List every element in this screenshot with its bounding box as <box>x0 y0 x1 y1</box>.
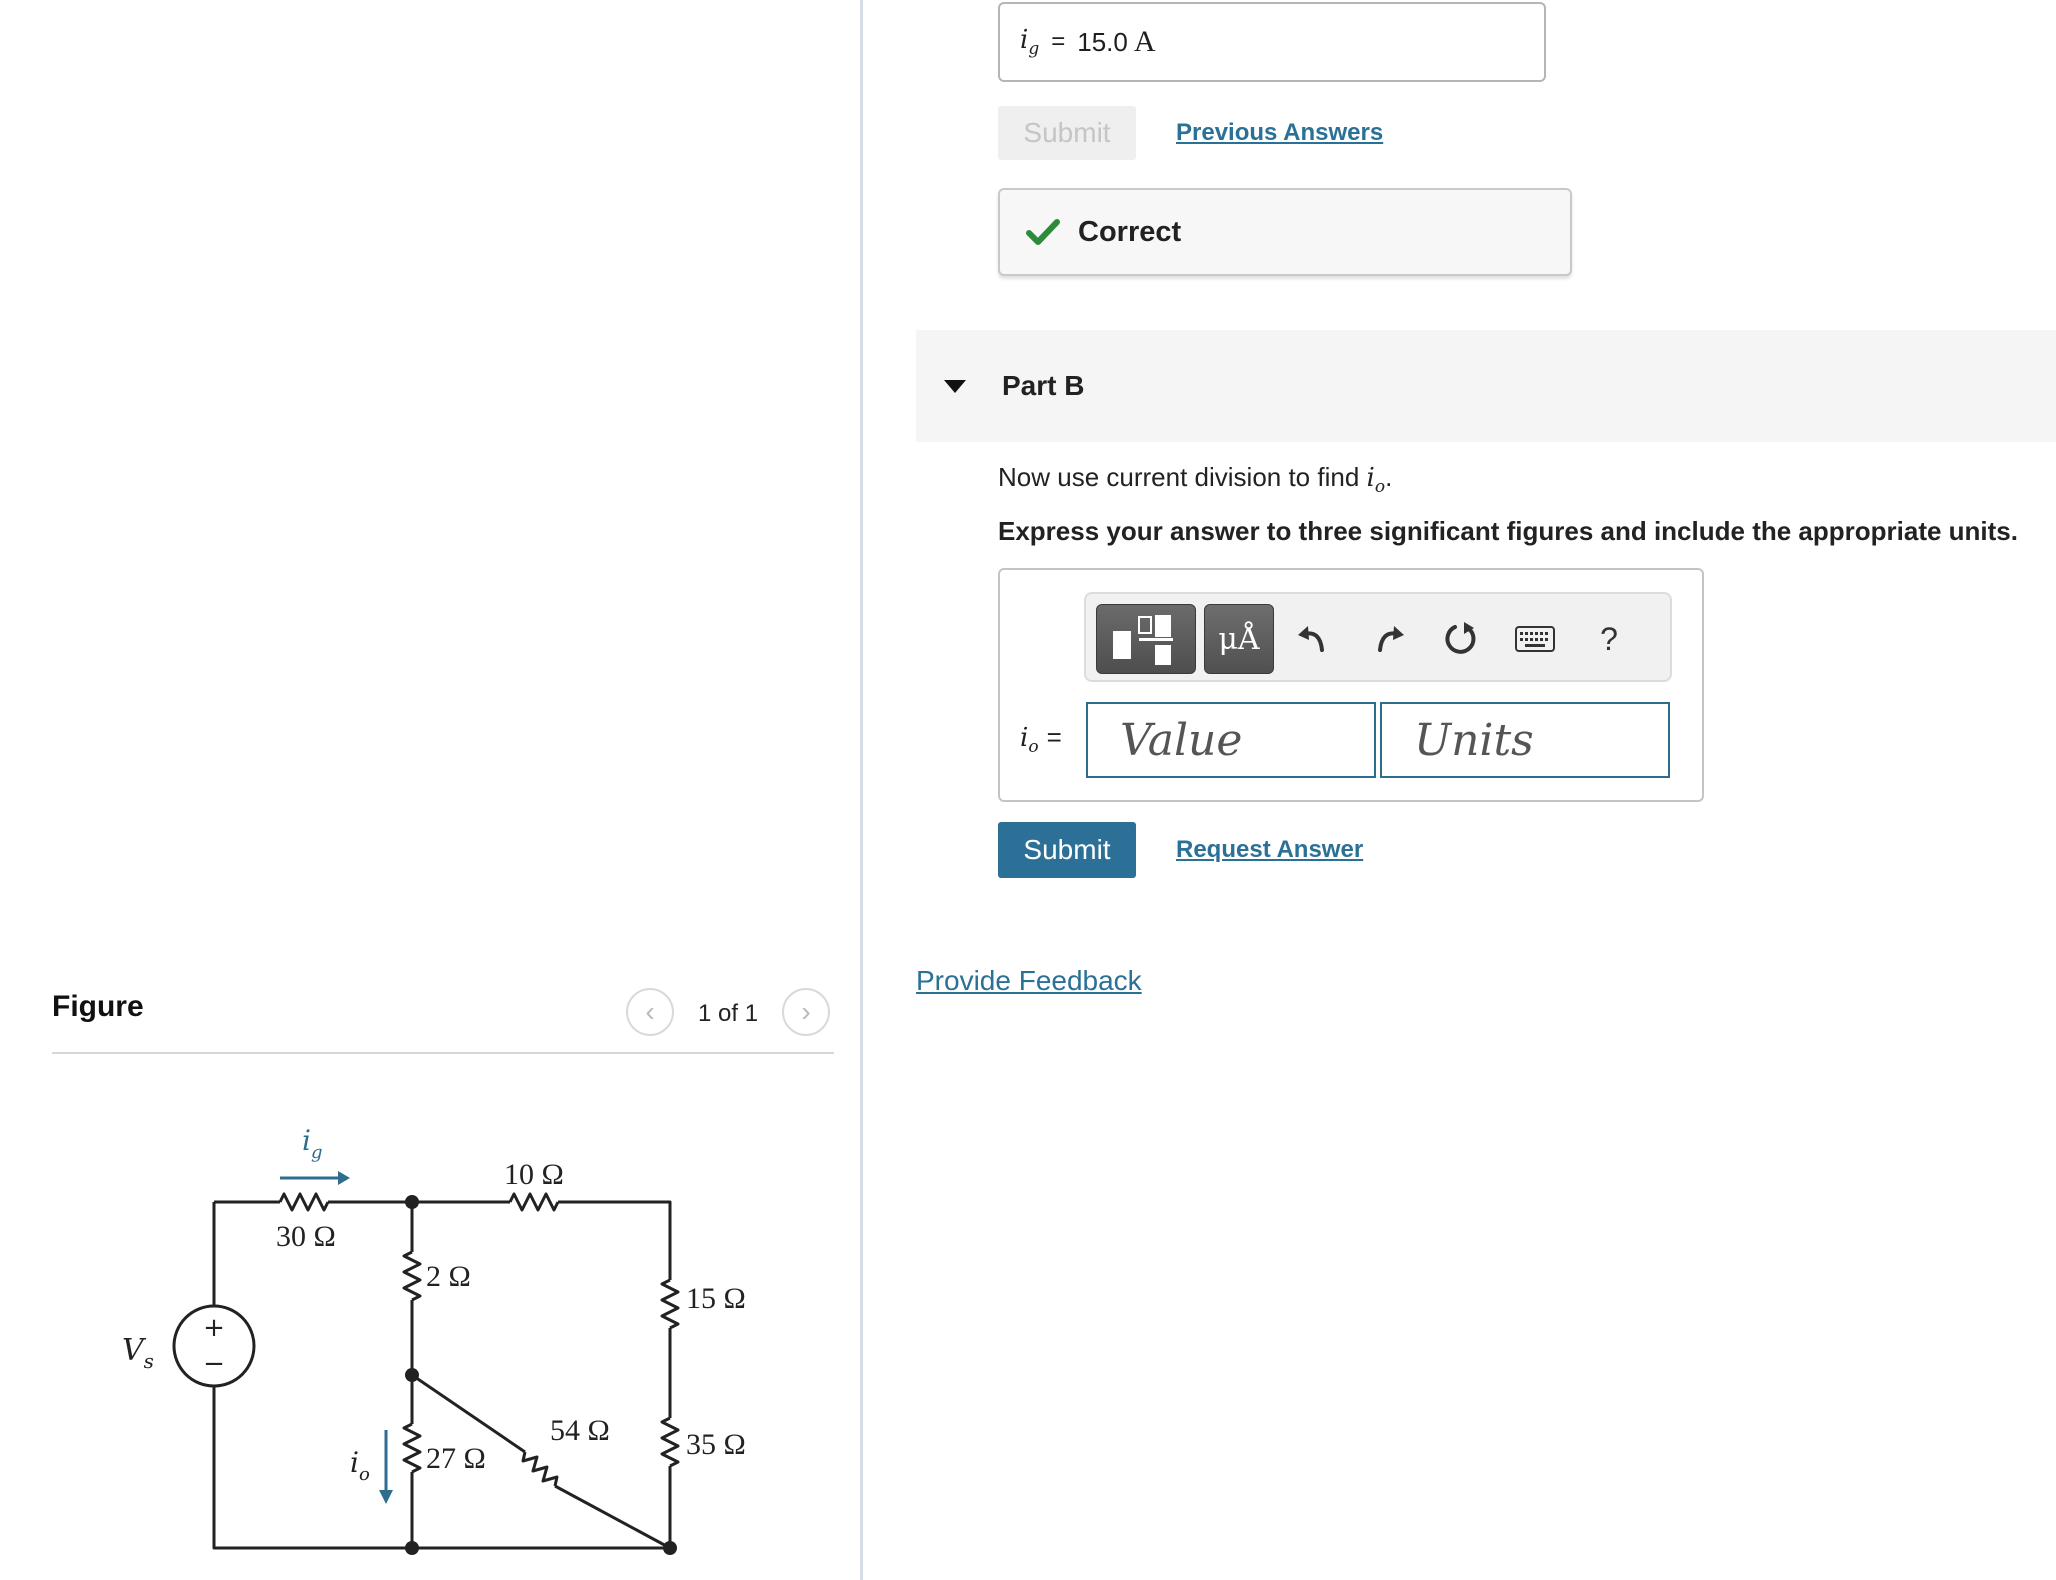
wire-diagonal-a <box>411 1373 526 1454</box>
label-r15: 15 Ω <box>686 1282 746 1315</box>
figure-title: Figure <box>52 990 144 1023</box>
panel-divider <box>860 0 863 1580</box>
resistor-2 <box>402 1250 422 1302</box>
wire-diagonal-b <box>554 1484 671 1550</box>
ig-label: ig <box>302 1124 323 1163</box>
io-label: io <box>350 1446 370 1485</box>
part-b-prompt: Now use current division to find io. <box>998 462 1393 498</box>
answer-variable-io: io = <box>1020 722 1062 758</box>
label-r54: 54 Ω <box>550 1414 610 1447</box>
help-button[interactable]: ? <box>1586 616 1632 662</box>
part-b-submit-button[interactable]: Submit <box>998 822 1136 878</box>
help-icon: ? <box>1600 620 1618 657</box>
label-r2: 2 Ω <box>426 1260 471 1293</box>
io-arrowhead <box>379 1490 393 1504</box>
part-b-header[interactable]: Part B <box>916 330 2056 442</box>
correct-feedback: Correct <box>998 188 1572 276</box>
node-bottom-right <box>663 1541 677 1555</box>
resistor-54 <box>521 1451 559 1487</box>
part-title: Part B <box>1002 370 1085 401</box>
answer-value: 15.0 <box>1077 26 1128 57</box>
chevron-left-icon: ‹ <box>645 996 655 1027</box>
source-plus: + <box>203 1313 225 1343</box>
label-r30: 30 Ω <box>276 1220 336 1253</box>
resistor-35 <box>660 1416 680 1468</box>
templates-icon <box>1113 615 1173 665</box>
source-minus: − <box>203 1349 225 1379</box>
figure-counter: 1 of 1 <box>698 1000 759 1027</box>
ig-arrowhead <box>338 1171 350 1185</box>
prompt-variable: io <box>1366 463 1386 498</box>
keyboard-button[interactable] <box>1512 616 1558 662</box>
units-button[interactable]: μÅ <box>1204 604 1274 674</box>
resistor-10 <box>508 1192 560 1212</box>
next-figure-button[interactable]: › <box>782 988 830 1036</box>
reset-icon <box>1445 622 1476 654</box>
part-a-submit-button[interactable]: Submit <box>998 106 1136 160</box>
answer-variable: ig <box>1020 24 1040 60</box>
circuit-diagram: + − ig 30 Ω 10 Ω 2 Ω 15 Ω 54 Ω 35 Ω 27 Ω… <box>122 1124 746 1555</box>
correct-text: Correct <box>1078 215 1182 248</box>
label-r35: 35 Ω <box>686 1428 746 1461</box>
figure-pager: ‹ 1 of 1 › <box>626 988 836 1040</box>
answer-input-panel: μÅ ? io = Value Units <box>998 568 1704 802</box>
resistor-30 <box>278 1192 330 1212</box>
node-bottom-mid <box>405 1541 419 1555</box>
equals-sign: = <box>1051 28 1066 55</box>
previous-answers-link[interactable]: Previous Answers <box>1176 119 1383 147</box>
answer-unit: A <box>1133 25 1156 58</box>
templates-button[interactable] <box>1096 604 1196 674</box>
prev-figure-button[interactable]: ‹ <box>626 988 674 1036</box>
node-top-mid <box>405 1195 419 1209</box>
node-mid <box>405 1368 419 1382</box>
reset-button[interactable] <box>1438 616 1484 662</box>
wire-top-right-b <box>558 1200 672 1280</box>
redo-button[interactable] <box>1366 616 1412 662</box>
checkmark-icon <box>1026 219 1060 245</box>
units-icon: μÅ <box>1218 621 1260 657</box>
part-a-answer-box: ig = 15.0 A <box>998 2 1546 82</box>
redo-icon <box>1378 626 1404 652</box>
keyboard-icon <box>1515 626 1555 652</box>
resistor-27 <box>402 1422 422 1474</box>
provide-feedback-link[interactable]: Provide Feedback <box>916 965 1142 997</box>
label-r27: 27 Ω <box>426 1442 486 1475</box>
caret-down-icon <box>944 379 966 393</box>
part-b-instructions: Express your answer to three significant… <box>998 516 2018 546</box>
undo-button[interactable] <box>1290 616 1336 662</box>
label-r10: 10 Ω <box>504 1158 564 1191</box>
undo-icon <box>1298 626 1324 652</box>
units-input[interactable]: Units <box>1380 702 1670 778</box>
math-toolbar: μÅ ? <box>1084 592 1672 682</box>
value-input[interactable]: Value <box>1086 702 1376 778</box>
request-answer-link[interactable]: Request Answer <box>1176 836 1363 864</box>
resistor-15 <box>660 1278 680 1330</box>
figure-divider <box>52 1052 834 1054</box>
vs-label: Vs <box>122 1333 154 1373</box>
chevron-right-icon: › <box>801 996 811 1027</box>
